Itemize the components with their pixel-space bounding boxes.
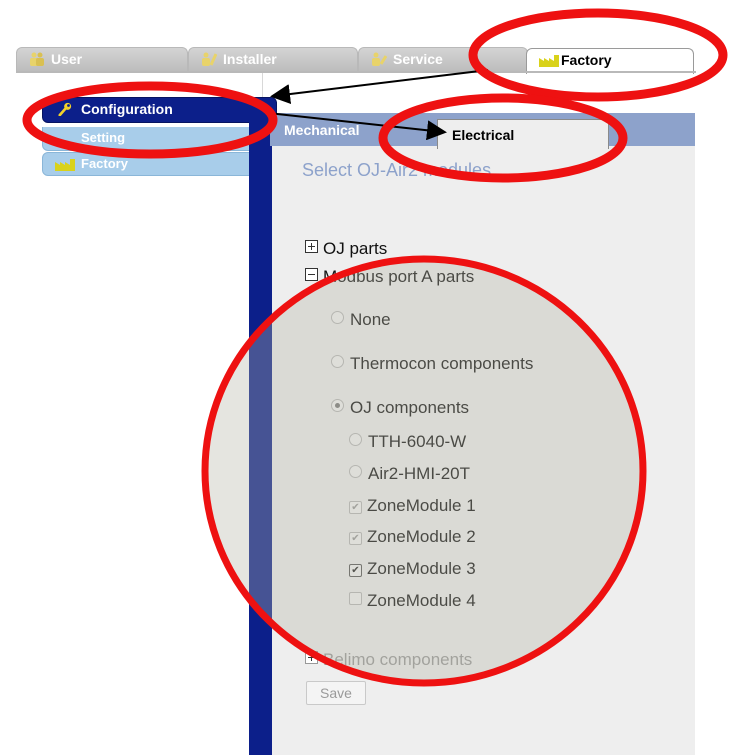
annotation-ellipse-electrical: [378, 93, 628, 183]
annotation-overlay: [22, 8, 728, 687]
annotation-ellipse-configuration: [22, 81, 278, 159]
annotation-circle-options: [201, 255, 647, 687]
annotation-arrow: [267, 112, 447, 141]
annotation-ellipse-factory-tab: [468, 8, 728, 102]
annotation-arrow: [270, 69, 489, 104]
